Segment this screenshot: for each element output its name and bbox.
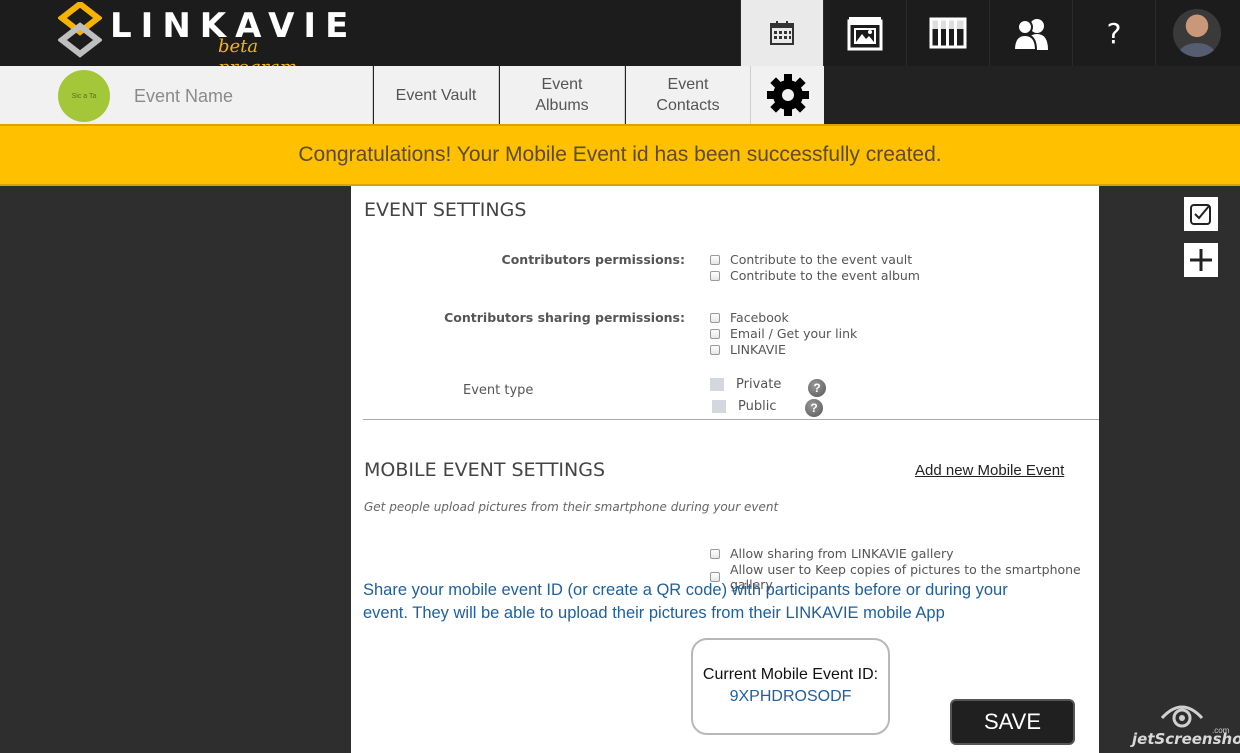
checkbox-label: Allow sharing from LINKAVIE gallery xyxy=(730,546,954,561)
mobile-settings-subtitle: Get people upload pictures from their sm… xyxy=(364,500,779,514)
checklist-icon xyxy=(1190,204,1211,225)
checkbox-label: Contribute to the event album xyxy=(730,268,920,283)
calendar-nav-button[interactable] xyxy=(740,0,823,66)
logo-mark-icon xyxy=(58,2,102,58)
contacts-nav-button[interactable] xyxy=(989,0,1072,66)
main-nav-icons: ? xyxy=(740,0,1238,66)
gallery-nav-button[interactable] xyxy=(823,0,906,66)
tab-settings[interactable] xyxy=(751,66,824,124)
checkbox[interactable] xyxy=(710,270,720,281)
linkavie-logo[interactable]: LINKAVIE beta program xyxy=(58,0,348,78)
sharing-email-checkbox[interactable]: Email / Get your link xyxy=(710,326,857,341)
contributors-permissions-label: Contributors permissions: xyxy=(501,252,685,267)
permission-album-checkbox[interactable]: Contribute to the event album xyxy=(710,268,920,283)
checkbox-label: Facebook xyxy=(730,310,789,325)
section-divider xyxy=(363,419,1099,420)
gallery-icon xyxy=(847,17,883,51)
event-name[interactable]: Event Name xyxy=(134,86,233,107)
event-name-area: Sic a Ta Event Name xyxy=(0,66,373,124)
checkbox[interactable] xyxy=(710,254,720,265)
tab-event-contacts[interactable]: Event Contacts xyxy=(626,66,751,124)
instructions-line-1: Share your mobile event ID (or create a … xyxy=(363,581,1008,599)
event-type-public-option[interactable]: Public xyxy=(712,399,776,414)
current-id-label: Current Mobile Event ID: xyxy=(702,666,879,683)
checkbox[interactable] xyxy=(710,312,720,323)
help-nav-button[interactable]: ? xyxy=(1072,0,1155,66)
checkbox[interactable] xyxy=(710,548,720,559)
instructions-line-2: event. They will be able to upload their… xyxy=(363,604,945,622)
event-logo[interactable]: Sic a Ta xyxy=(58,70,110,122)
allow-sharing-checkbox[interactable]: Allow sharing from LINKAVIE gallery xyxy=(710,546,954,561)
help-private-icon[interactable]: ? xyxy=(808,379,826,397)
watermark-eye-icon xyxy=(1160,705,1204,728)
radio-square[interactable] xyxy=(710,378,724,391)
sharing-linkavie-checkbox[interactable]: LINKAVIE xyxy=(710,342,786,357)
save-button[interactable]: SAVE xyxy=(950,699,1075,745)
help-public-icon[interactable]: ? xyxy=(805,399,823,417)
gear-icon xyxy=(766,74,809,116)
top-navigation-bar: LINKAVIE beta program xyxy=(0,0,1240,78)
checkbox-label: LINKAVIE xyxy=(730,342,786,357)
user-menu-button[interactable] xyxy=(1155,0,1238,66)
checkbox[interactable] xyxy=(710,344,720,355)
plus-icon xyxy=(1190,249,1212,271)
radio-square[interactable] xyxy=(712,400,726,413)
tab-event-albums[interactable]: Event Albums xyxy=(500,66,625,124)
album-icon xyxy=(929,17,967,49)
mobile-event-settings-title: MOBILE EVENT SETTINGS xyxy=(364,459,606,481)
avatar xyxy=(1173,9,1221,57)
tab-event-vault[interactable]: Event Vault xyxy=(374,66,499,124)
event-type-private-option[interactable]: Private xyxy=(710,377,781,392)
option-label: Public xyxy=(738,399,777,414)
album-nav-button[interactable] xyxy=(906,0,989,66)
sharing-facebook-checkbox[interactable]: Facebook xyxy=(710,310,789,325)
current-mobile-event-id-box: Current Mobile Event ID: 9XPHDROSODF xyxy=(691,638,890,735)
sharing-permissions-label: Contributors sharing permissions: xyxy=(444,310,685,325)
help-icon: ? xyxy=(1106,16,1122,50)
watermark-suffix: .com xyxy=(1212,726,1230,735)
watermark: jetScreenshot .com xyxy=(1130,700,1240,753)
add-button[interactable] xyxy=(1184,243,1218,277)
mobile-instructions: Share your mobile event ID (or create a … xyxy=(363,579,1063,625)
option-label: Private xyxy=(736,377,782,392)
add-mobile-event-link[interactable]: Add new Mobile Event xyxy=(915,462,1064,479)
current-id-value: 9XPHDROSODF xyxy=(729,688,852,705)
checkbox-label: Contribute to the event vault xyxy=(730,252,913,267)
settings-panel: EVENT SETTINGS Contributors permissions:… xyxy=(351,186,1099,753)
event-settings-title: EVENT SETTINGS xyxy=(364,199,527,221)
checkbox[interactable] xyxy=(710,328,720,339)
permission-vault-checkbox[interactable]: Contribute to the event vault xyxy=(710,252,912,267)
event-bar: Sic a Ta Event Name Event Vault Event Al… xyxy=(0,66,1240,124)
checkbox-label: Email / Get your link xyxy=(730,326,858,341)
event-type-label: Event type xyxy=(463,383,534,398)
calendar-icon xyxy=(770,21,794,45)
success-banner: Congratulations! Your Mobile Event id ha… xyxy=(0,124,1240,186)
contacts-icon xyxy=(1012,19,1048,50)
checklist-button[interactable] xyxy=(1184,197,1218,231)
